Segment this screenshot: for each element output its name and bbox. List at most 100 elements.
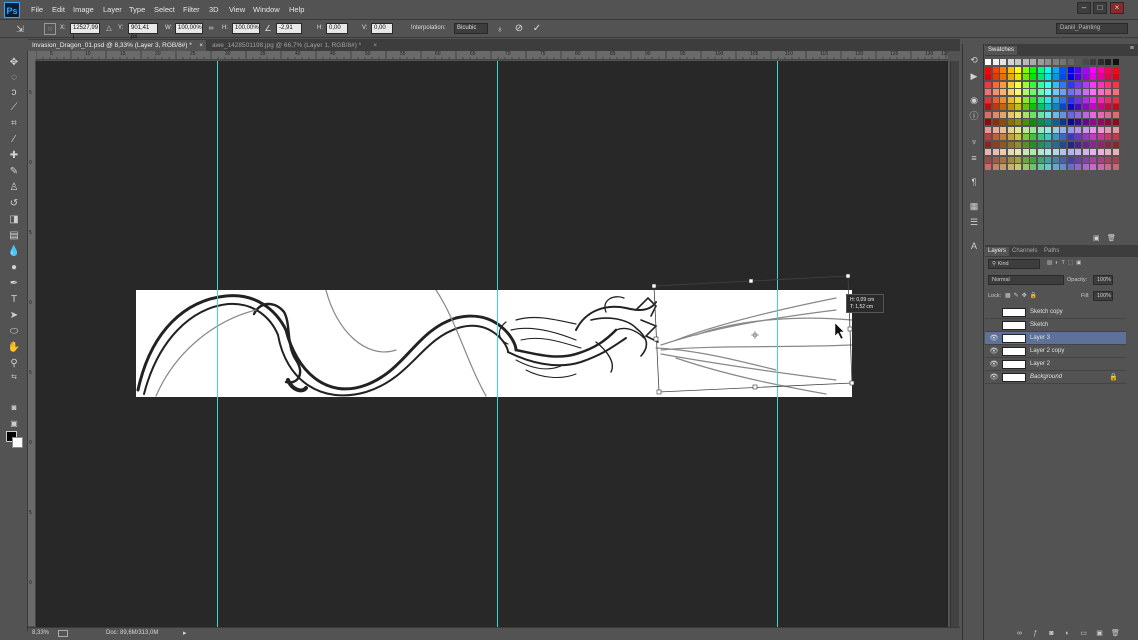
layer-row-sketch[interactable]: Sketch: [985, 319, 1126, 332]
color-swatch[interactable]: [1045, 81, 1051, 88]
color-swatch[interactable]: [1052, 81, 1059, 88]
color-swatch[interactable]: [1075, 111, 1081, 118]
color-swatch[interactable]: [1097, 141, 1104, 148]
dodge-tool-icon[interactable]: ●: [7, 261, 21, 274]
color-swatch[interactable]: [1007, 141, 1014, 148]
color-swatch[interactable]: [1082, 59, 1089, 65]
color-swatch[interactable]: [1075, 104, 1081, 110]
relative-position-icon[interactable]: △: [103, 23, 115, 35]
color-swatch[interactable]: [1060, 141, 1066, 148]
color-swatch[interactable]: [1052, 141, 1059, 148]
color-swatch[interactable]: [1037, 66, 1044, 73]
color-swatch[interactable]: [1112, 156, 1119, 163]
color-swatch[interactable]: [1037, 96, 1044, 103]
crop-tool-icon[interactable]: ⌗: [7, 117, 21, 130]
color-swatch[interactable]: [1082, 89, 1089, 95]
color-swatch[interactable]: [1090, 66, 1096, 73]
path-select-tool-icon[interactable]: ➤: [7, 309, 21, 322]
color-swatch[interactable]: [1112, 59, 1119, 65]
color-swatch[interactable]: [1000, 59, 1006, 65]
color-swatch[interactable]: [1007, 81, 1014, 88]
color-swatch[interactable]: [1075, 164, 1081, 170]
eye-icon[interactable]: 👁: [989, 360, 999, 369]
color-swatch[interactable]: [1067, 96, 1074, 103]
zoom-level[interactable]: 8,33%: [32, 630, 49, 636]
menu-select[interactable]: Select: [154, 5, 175, 14]
menu-file[interactable]: File: [31, 5, 43, 14]
shape-tool-icon[interactable]: ⬭: [7, 325, 21, 338]
color-swatch[interactable]: [1037, 81, 1044, 88]
hskew-field[interactable]: 0,00: [326, 23, 348, 34]
color-swatch[interactable]: [1082, 104, 1089, 110]
color-swatch[interactable]: [1030, 111, 1036, 118]
color-swatch[interactable]: [1090, 164, 1096, 170]
filter-icons[interactable]: ▨◐T⬚▣: [1047, 260, 1084, 266]
color-swatch[interactable]: [1022, 66, 1029, 73]
color-swatch[interactable]: [1045, 156, 1051, 163]
color-swatch[interactable]: [1007, 119, 1014, 125]
color-swatch[interactable]: [1105, 74, 1111, 80]
color-swatch[interactable]: [1075, 89, 1081, 95]
color-swatch[interactable]: [1022, 141, 1029, 148]
info-panel-icon[interactable]: ⓘ: [968, 110, 980, 122]
color-swatch[interactable]: [1015, 74, 1021, 80]
paragraph-panel-icon[interactable]: ¶: [968, 176, 980, 188]
color-swatch[interactable]: [985, 59, 991, 65]
color-swatch[interactable]: [1030, 81, 1036, 88]
color-swatch[interactable]: [1052, 119, 1059, 125]
color-swatch[interactable]: [1112, 134, 1119, 140]
swatch-grid[interactable]: [985, 59, 1121, 179]
color-swatch[interactable]: [1037, 74, 1044, 80]
color-swatch[interactable]: [1030, 134, 1036, 140]
blur-tool-icon[interactable]: 💧: [7, 245, 21, 258]
tab-channels[interactable]: Channels: [1009, 247, 1040, 256]
color-swatch[interactable]: [992, 141, 999, 148]
color-swatch[interactable]: [1045, 104, 1051, 110]
color-swatch[interactable]: [1015, 134, 1021, 140]
commit-transform-icon[interactable]: ✓: [531, 23, 543, 35]
color-swatch[interactable]: [1112, 81, 1119, 88]
color-swatch[interactable]: [1045, 89, 1051, 95]
color-swatch[interactable]: [1075, 149, 1081, 155]
color-swatch[interactable]: [1037, 149, 1044, 155]
tab-layers[interactable]: Layers: [985, 247, 1010, 256]
color-swatch[interactable]: [1105, 156, 1111, 163]
eye-icon[interactable]: 👁: [989, 347, 999, 356]
color-swatch[interactable]: [992, 134, 999, 140]
color-swatch[interactable]: [1082, 164, 1089, 170]
brush-tool-icon[interactable]: ✎: [7, 165, 21, 178]
color-swatch[interactable]: [992, 66, 999, 73]
tab-close-icon[interactable]: ×: [373, 40, 377, 51]
menu-help[interactable]: Help: [289, 5, 304, 14]
color-swatch[interactable]: [1112, 104, 1119, 110]
color-swatch[interactable]: [1015, 96, 1021, 103]
color-swatch[interactable]: [1015, 104, 1021, 110]
color-swatch[interactable]: [1052, 59, 1059, 65]
color-swatch[interactable]: [1112, 149, 1119, 155]
color-swatch[interactable]: [1075, 141, 1081, 148]
color-swatch[interactable]: [1007, 74, 1014, 80]
color-swatch[interactable]: [1090, 81, 1096, 88]
color-swatch[interactable]: [1037, 164, 1044, 170]
color-swatch[interactable]: [1007, 96, 1014, 103]
horizontal-ruler[interactable]: 5 10 15 20 25 30 35 40 45 50 55 60 65 70…: [36, 51, 948, 60]
color-swatch[interactable]: [1022, 156, 1029, 163]
color-swatch[interactable]: [985, 141, 991, 148]
color-swatch[interactable]: [992, 96, 999, 103]
color-swatch[interactable]: [985, 134, 991, 140]
color-swatch[interactable]: [1060, 111, 1066, 118]
color-swatch[interactable]: [1030, 164, 1036, 170]
color-swatch[interactable]: [1090, 96, 1096, 103]
color-swatch[interactable]: [1052, 104, 1059, 110]
color-swatch[interactable]: [1022, 89, 1029, 95]
add-mask-icon[interactable]: ◙: [1047, 629, 1056, 638]
color-swatch[interactable]: [1060, 156, 1066, 163]
color-swatch[interactable]: [1030, 104, 1036, 110]
color-swatch[interactable]: [1105, 104, 1111, 110]
color-swatch[interactable]: [1052, 126, 1059, 133]
color-swatch[interactable]: [1030, 59, 1036, 65]
color-swatch[interactable]: [1015, 81, 1021, 88]
color-swatch[interactable]: [1022, 96, 1029, 103]
navigator-panel-icon[interactable]: ▦: [968, 200, 980, 212]
color-swatch[interactable]: [1000, 74, 1006, 80]
